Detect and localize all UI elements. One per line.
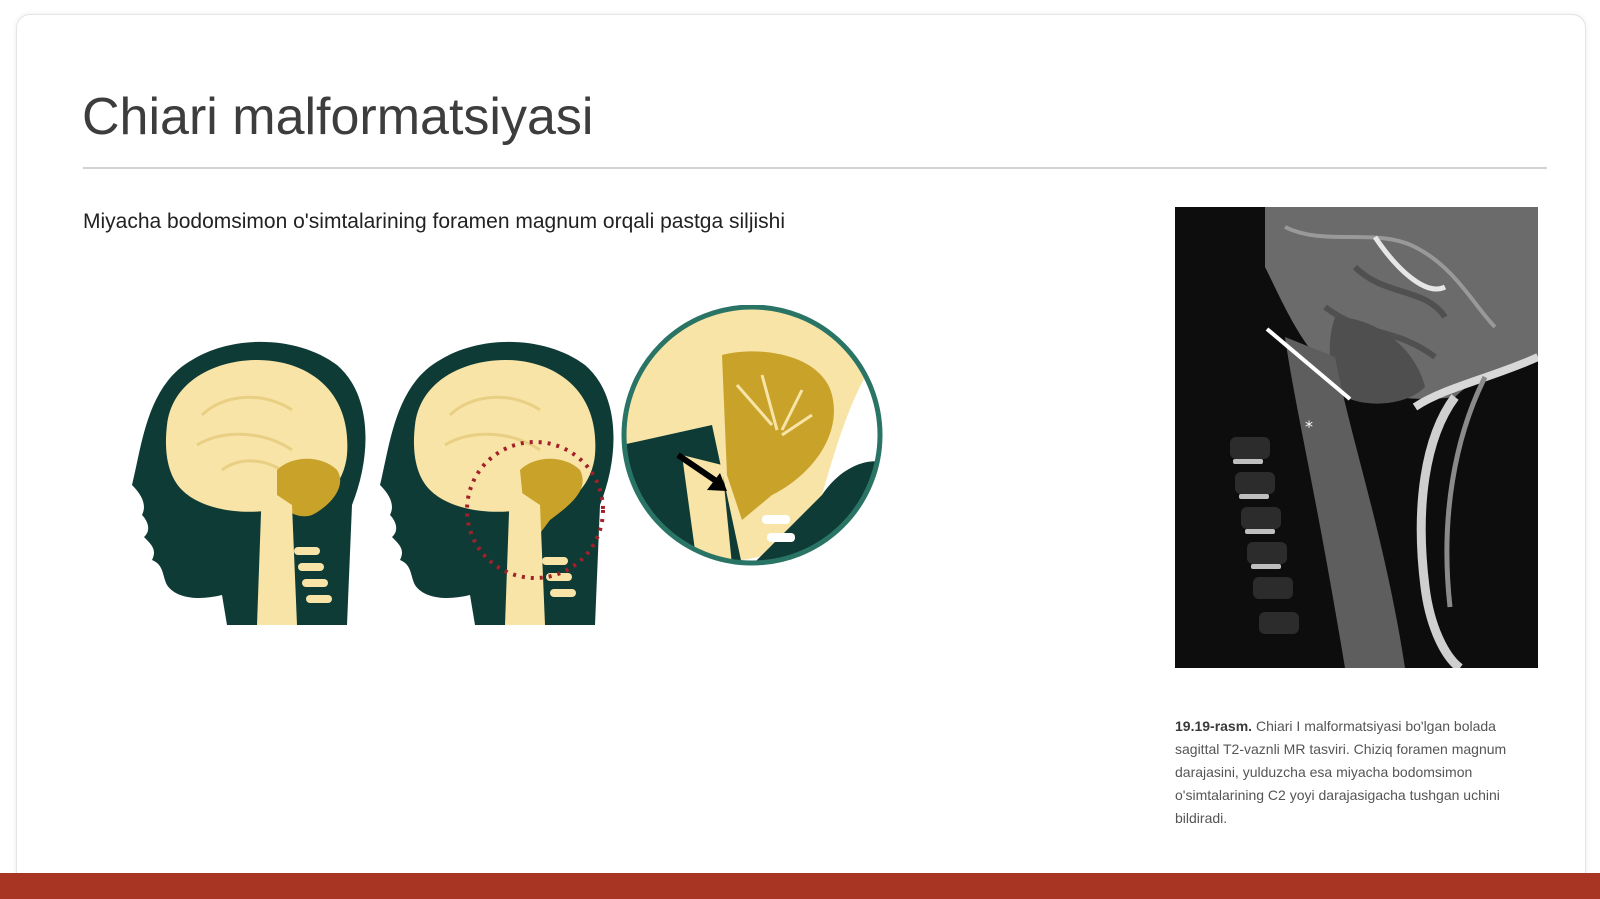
- figure-caption: 19.19-rasm. Chiari I malformatsiyasi bo'…: [1175, 715, 1525, 830]
- chiari-head-figure: [380, 341, 614, 625]
- normal-head-figure: [132, 341, 366, 625]
- slide: Chiari malformatsiyasi Miyacha bodomsimo…: [16, 14, 1586, 896]
- caption-label: 19.19-rasm.: [1175, 718, 1253, 734]
- footer-bar: [0, 873, 1600, 899]
- slide-subtitle: Miyacha bodomsimon o'simtalarining foram…: [83, 210, 785, 233]
- mri-image: *: [1175, 207, 1538, 668]
- caption-text: Chiari I malformatsiyasi bo'lgan bolada …: [1175, 718, 1507, 826]
- mri-asterisk: *: [1305, 417, 1313, 436]
- slide-title: Chiari malformatsiyasi: [82, 88, 594, 146]
- chiari-illustration: [132, 305, 883, 625]
- title-divider: [83, 167, 1547, 169]
- zoom-detail-figure: [621, 305, 883, 566]
